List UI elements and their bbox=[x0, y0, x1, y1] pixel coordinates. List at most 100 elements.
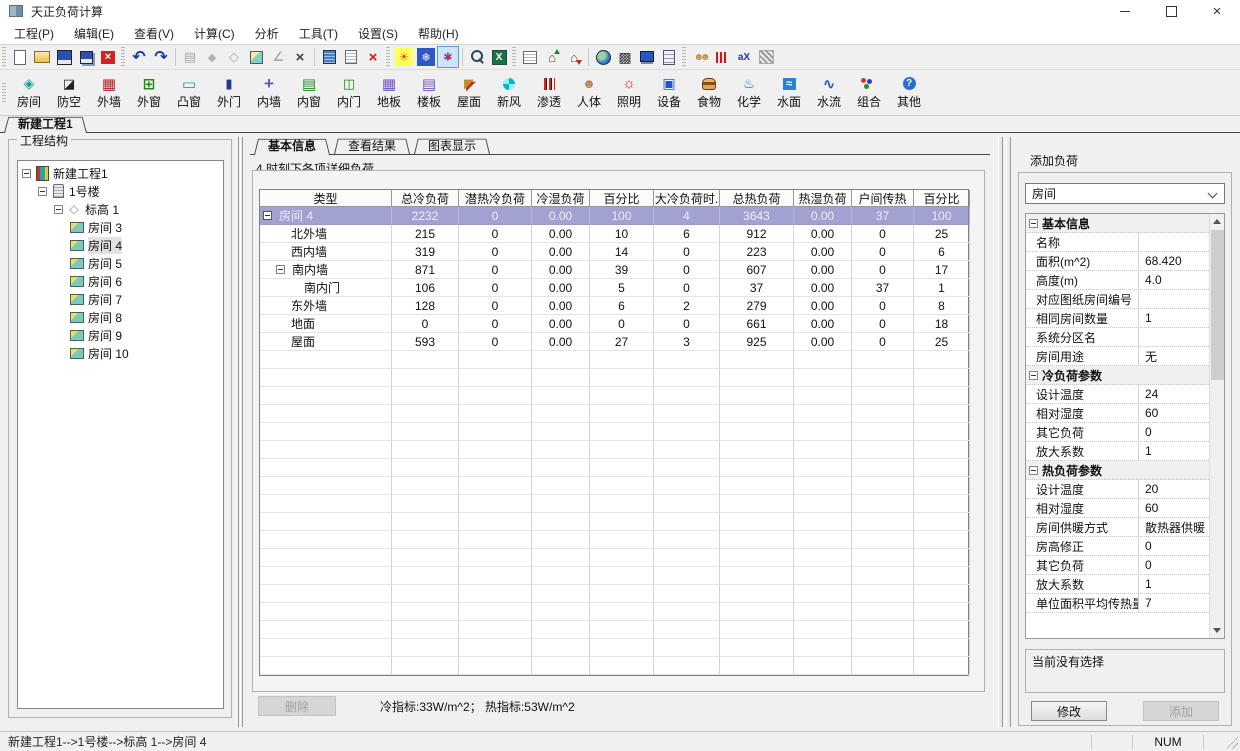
tree-item-3[interactable]: 房间 3 bbox=[18, 218, 223, 236]
property-row[interactable]: 房间供暖方式散热器供暖 bbox=[1026, 518, 1209, 537]
tab-基本信息[interactable]: 基本信息 bbox=[254, 137, 330, 154]
table-row[interactable]: 西内墙31900.001402230.0006 bbox=[260, 243, 968, 261]
save-button[interactable] bbox=[53, 46, 75, 68]
house-up-button[interactable] bbox=[541, 46, 563, 68]
property-row[interactable]: 其它负荷0 bbox=[1026, 423, 1209, 442]
snowflake-button[interactable] bbox=[415, 46, 437, 68]
table-row[interactable]: 东外墙12800.00622790.0008 bbox=[260, 297, 968, 315]
infiltration-tool-button[interactable]: 渗透 bbox=[529, 72, 569, 114]
int-window-tool-button[interactable]: 内窗 bbox=[289, 72, 329, 114]
property-row[interactable]: 高度(m)4.0 bbox=[1026, 271, 1209, 290]
property-value[interactable]: 20 bbox=[1138, 480, 1209, 498]
property-section[interactable]: 热负荷参数 bbox=[1026, 461, 1209, 480]
property-row[interactable]: 房间用途无 bbox=[1026, 347, 1209, 366]
combination-tool-button[interactable]: 组合 bbox=[849, 72, 889, 114]
left-splitter[interactable] bbox=[234, 133, 246, 731]
property-section[interactable]: 基本信息 bbox=[1026, 214, 1209, 233]
fresh-air-tool-button[interactable]: 新风 bbox=[489, 72, 529, 114]
menu-item-5[interactable]: 工具(T) bbox=[289, 22, 348, 45]
tree-item-1[interactable]: 1号楼 bbox=[18, 182, 223, 200]
property-value[interactable]: 0 bbox=[1138, 556, 1209, 574]
property-row[interactable]: 系统分区名 bbox=[1026, 328, 1209, 347]
property-row[interactable]: 面积(m^2)68.420 bbox=[1026, 252, 1209, 271]
tree-item-5[interactable]: 房间 5 bbox=[18, 254, 223, 272]
delete-button[interactable]: 删除 bbox=[258, 696, 336, 716]
column-header[interactable]: 潜热冷负荷 bbox=[459, 190, 532, 207]
prop-sheet-button[interactable] bbox=[519, 46, 541, 68]
property-value[interactable] bbox=[1138, 233, 1209, 251]
other-tool-button[interactable]: 其他 bbox=[889, 72, 929, 114]
tree-item-10[interactable]: 房间 10 bbox=[18, 344, 223, 362]
delete-red-button[interactable] bbox=[362, 46, 384, 68]
sun-button[interactable] bbox=[393, 46, 415, 68]
modify-button[interactable]: 修改 bbox=[1031, 701, 1107, 721]
chemical-tool-button[interactable]: 化学 bbox=[729, 72, 769, 114]
workspace-tab[interactable]: 新建工程1 bbox=[4, 115, 87, 132]
property-row[interactable]: 放大系数1 bbox=[1026, 575, 1209, 594]
toolbar-gripper[interactable] bbox=[512, 47, 516, 67]
column-header[interactable]: 百分比 bbox=[914, 190, 970, 207]
delete-x-button[interactable] bbox=[289, 46, 311, 68]
property-row[interactable]: 放大系数1 bbox=[1026, 442, 1209, 461]
column-header[interactable]: 类型 bbox=[260, 190, 392, 207]
tree-item-8[interactable]: 房间 8 bbox=[18, 308, 223, 326]
airdefense-tool-button[interactable]: 防空 bbox=[49, 72, 89, 114]
menu-item-0[interactable]: 工程(P) bbox=[4, 22, 64, 45]
property-row[interactable]: 对应图纸房间编号 bbox=[1026, 290, 1209, 309]
property-value[interactable]: 0 bbox=[1138, 537, 1209, 555]
row-expander-icon[interactable] bbox=[263, 211, 272, 220]
property-row[interactable]: 房高修正0 bbox=[1026, 537, 1209, 556]
roof-tool-button[interactable]: 屋面 bbox=[449, 72, 489, 114]
redo-button[interactable] bbox=[150, 46, 172, 68]
house-down-button[interactable] bbox=[563, 46, 585, 68]
toolbar-gripper[interactable] bbox=[121, 47, 125, 67]
column-header[interactable]: 户间传热 bbox=[852, 190, 914, 207]
property-row[interactable]: 相对湿度60 bbox=[1026, 404, 1209, 423]
close-doc-button[interactable] bbox=[97, 46, 119, 68]
menu-item-3[interactable]: 计算(C) bbox=[184, 22, 245, 45]
human-tool-button[interactable]: 人体 bbox=[569, 72, 609, 114]
zoom-doc-button[interactable] bbox=[466, 46, 488, 68]
globe-button[interactable] bbox=[592, 46, 614, 68]
bay-window-tool-button[interactable]: 凸窗 bbox=[169, 72, 209, 114]
property-row[interactable]: 相对湿度60 bbox=[1026, 499, 1209, 518]
right-splitter[interactable] bbox=[994, 133, 1016, 731]
property-row[interactable]: 其它负荷0 bbox=[1026, 556, 1209, 575]
property-section[interactable]: 冷负荷参数 bbox=[1026, 366, 1209, 385]
edit-sheet-button[interactable] bbox=[340, 46, 362, 68]
column-header[interactable]: 总热负荷 bbox=[720, 190, 794, 207]
screen-button[interactable] bbox=[636, 46, 658, 68]
property-value[interactable]: 24 bbox=[1138, 385, 1209, 403]
toolbar-gripper[interactable] bbox=[682, 47, 686, 67]
water-surface-tool-button[interactable]: 水面 bbox=[769, 72, 809, 114]
lighting-tool-button[interactable]: 照明 bbox=[609, 72, 649, 114]
menu-item-2[interactable]: 查看(V) bbox=[124, 22, 184, 45]
property-value[interactable]: 散热器供暖 bbox=[1138, 518, 1209, 536]
property-value[interactable]: 60 bbox=[1138, 404, 1209, 422]
toolbar-gripper[interactable] bbox=[2, 47, 6, 67]
ext-door-tool-button[interactable]: 外门 bbox=[209, 72, 249, 114]
tree-expander-icon[interactable] bbox=[54, 205, 63, 214]
property-value[interactable]: 1 bbox=[1138, 309, 1209, 327]
tree-item-7[interactable]: 房间 7 bbox=[18, 290, 223, 308]
section-expander-icon[interactable] bbox=[1029, 466, 1038, 475]
add-button[interactable]: 添加 bbox=[1143, 701, 1219, 721]
load-type-select[interactable]: 房间 bbox=[1025, 183, 1225, 204]
tab-图表显示[interactable]: 图表显示 bbox=[414, 137, 490, 154]
property-row[interactable]: 设计温度20 bbox=[1026, 480, 1209, 499]
slab-tool-button[interactable]: 楼板 bbox=[409, 72, 449, 114]
column-header[interactable]: 大冷负荷时. bbox=[654, 190, 720, 207]
floor-tool-button[interactable]: 地板 bbox=[369, 72, 409, 114]
int-wall-tool-button[interactable]: 内墙 bbox=[249, 72, 289, 114]
diamond-button[interactable] bbox=[223, 46, 245, 68]
menu-item-4[interactable]: 分析 bbox=[245, 22, 289, 45]
table-row[interactable]: 北外墙21500.001069120.00025 bbox=[260, 225, 968, 243]
property-value[interactable] bbox=[1138, 290, 1209, 308]
section-expander-icon[interactable] bbox=[1029, 219, 1038, 228]
table-row[interactable]: 南内门10600.0050370.00371 bbox=[260, 279, 968, 297]
ext-window-tool-button[interactable]: 外窗 bbox=[129, 72, 169, 114]
tree-item-9[interactable]: 房间 9 bbox=[18, 326, 223, 344]
section-expander-icon[interactable] bbox=[1029, 371, 1038, 380]
property-row[interactable]: 名称 bbox=[1026, 233, 1209, 252]
property-value[interactable]: 1 bbox=[1138, 442, 1209, 460]
